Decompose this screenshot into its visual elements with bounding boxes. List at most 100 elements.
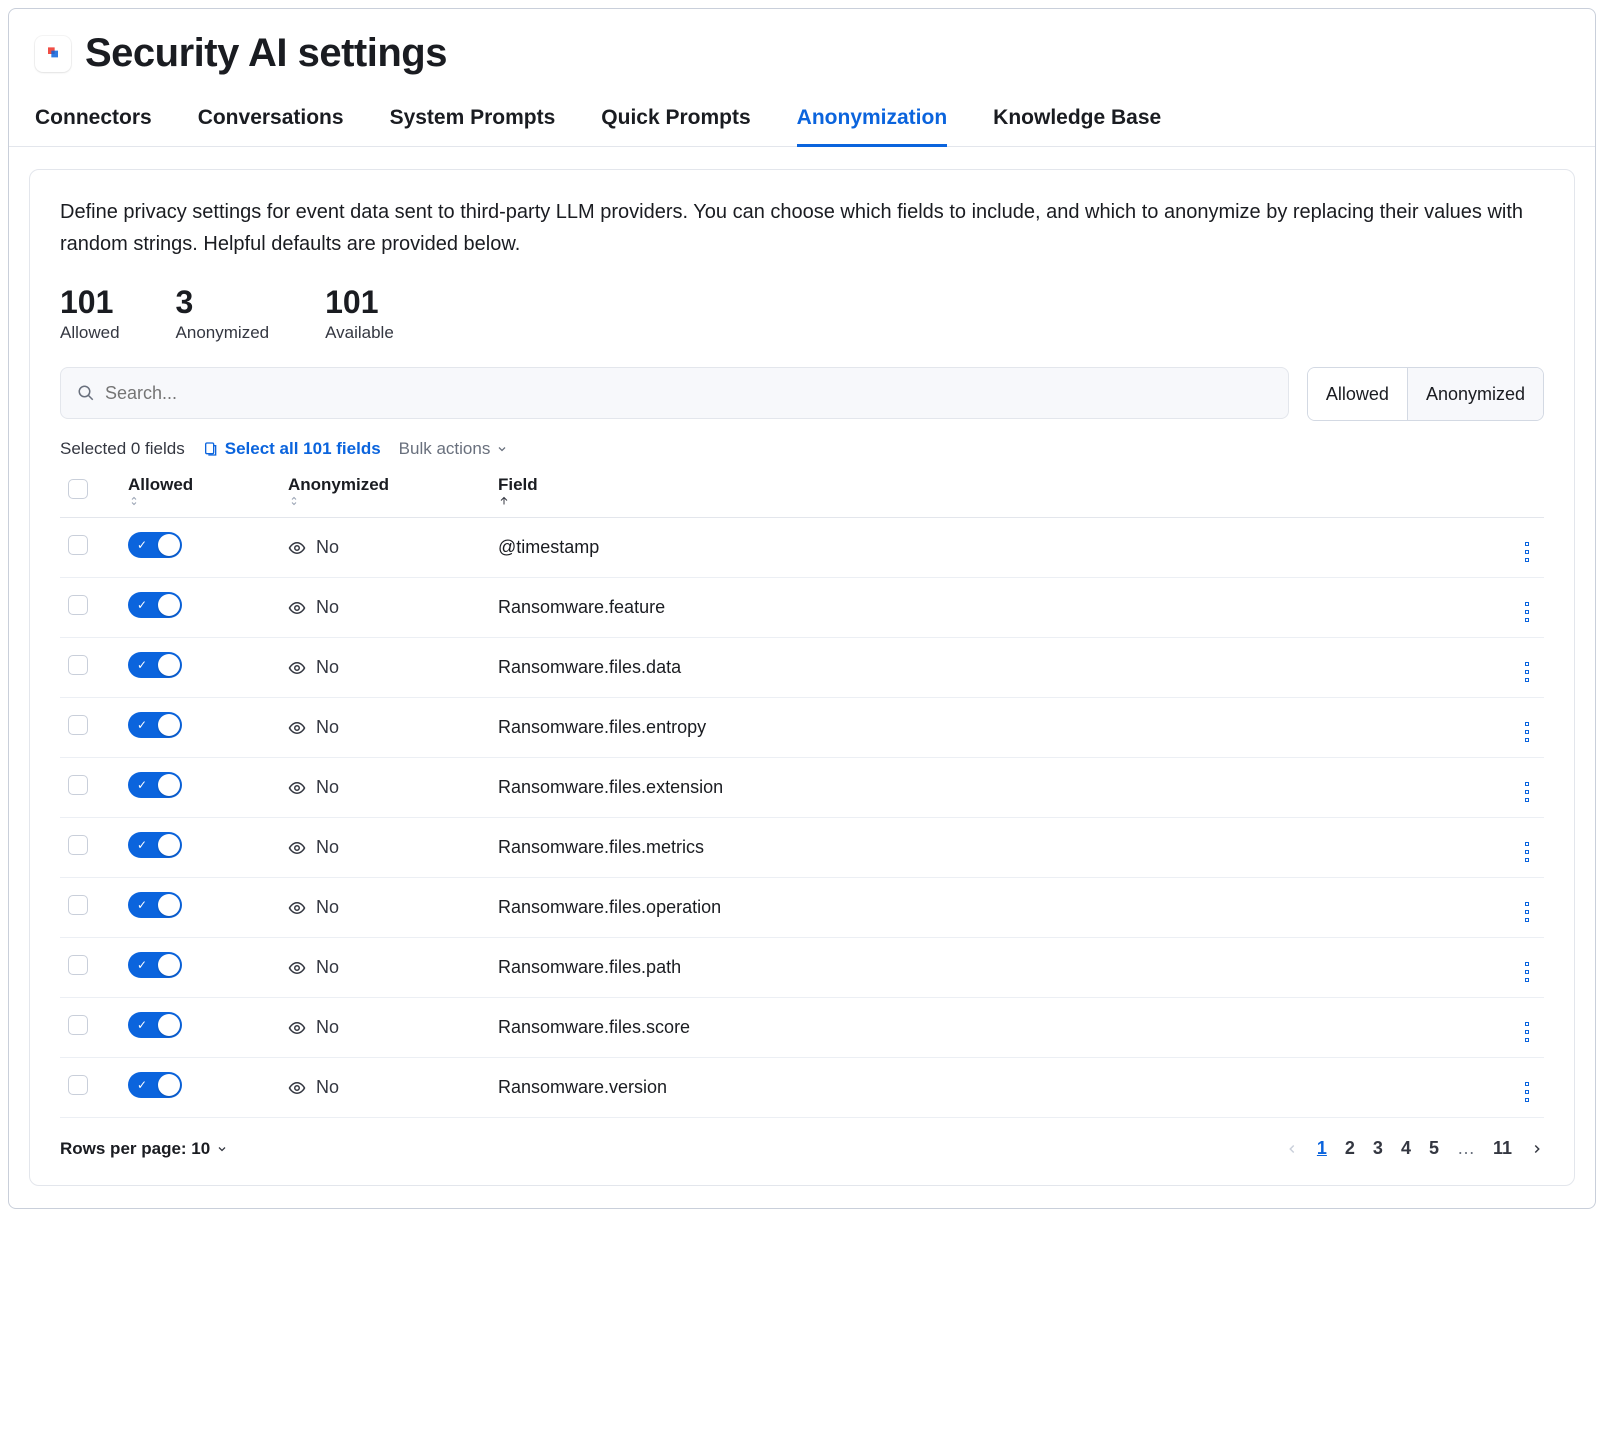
field-name: @timestamp bbox=[498, 537, 599, 557]
row-checkbox[interactable] bbox=[68, 595, 88, 615]
row-checkbox[interactable] bbox=[68, 655, 88, 675]
panel-description: Define privacy settings for event data s… bbox=[60, 196, 1544, 260]
allowed-toggle[interactable]: ✓ bbox=[128, 952, 182, 978]
table-row: ✓ No Ransomware.files.data bbox=[60, 638, 1544, 698]
pager-page-4[interactable]: 4 bbox=[1401, 1138, 1411, 1159]
column-allowed[interactable]: Allowed bbox=[120, 465, 280, 518]
filter-allowed-button[interactable]: Allowed bbox=[1308, 368, 1407, 420]
field-name: Ransomware.files.data bbox=[498, 657, 681, 677]
allowed-toggle[interactable]: ✓ bbox=[128, 532, 182, 558]
sort-icon bbox=[128, 495, 272, 507]
table-footer: Rows per page: 10 12345…11 bbox=[60, 1118, 1544, 1159]
table-row: ✓NoRansomware.files.score bbox=[60, 998, 1544, 1058]
table-row: ✓NoRansomware.files.extension bbox=[60, 758, 1544, 818]
tab-quick-prompts[interactable]: Quick Prompts bbox=[601, 106, 750, 147]
row-checkbox[interactable] bbox=[68, 535, 88, 555]
allowed-toggle[interactable]: ✓ bbox=[128, 892, 182, 918]
tab-knowledge-base[interactable]: Knowledge Base bbox=[993, 106, 1161, 147]
tab-conversations[interactable]: Conversations bbox=[198, 106, 344, 147]
pages-select-icon bbox=[203, 441, 219, 457]
field-name: Ransomware.files.entropy bbox=[498, 717, 706, 737]
check-icon: ✓ bbox=[137, 958, 147, 972]
row-actions-menu[interactable] bbox=[1518, 779, 1536, 805]
row-checkbox[interactable] bbox=[68, 775, 88, 795]
row-actions-menu[interactable] bbox=[1518, 1019, 1536, 1045]
search-input[interactable] bbox=[105, 383, 1272, 404]
anonymized-value: No bbox=[316, 1017, 339, 1038]
anonymized-value: No bbox=[316, 897, 339, 918]
check-icon: ✓ bbox=[137, 538, 147, 552]
row-actions-menu[interactable] bbox=[1518, 959, 1536, 985]
row-checkbox[interactable] bbox=[68, 895, 88, 915]
eye-icon bbox=[288, 839, 306, 857]
anonymized-value: No bbox=[316, 537, 339, 558]
check-icon: ✓ bbox=[137, 658, 147, 672]
pager-page-5[interactable]: 5 bbox=[1429, 1138, 1439, 1159]
row-checkbox[interactable] bbox=[68, 1075, 88, 1095]
app-logo-icon bbox=[35, 36, 71, 72]
check-icon: ✓ bbox=[137, 778, 147, 792]
row-actions-menu[interactable] bbox=[1518, 899, 1536, 925]
row-actions-menu[interactable] bbox=[1518, 539, 1536, 565]
row-actions-menu[interactable] bbox=[1518, 839, 1536, 865]
row-actions-menu[interactable] bbox=[1518, 719, 1536, 745]
eye-icon bbox=[288, 659, 306, 677]
table-row: ✓NoRansomware.feature bbox=[60, 578, 1544, 638]
allowed-toggle[interactable]: ✓ bbox=[128, 712, 182, 738]
allowed-toggle[interactable]: ✓ bbox=[128, 832, 182, 858]
anonymized-value: No bbox=[316, 717, 339, 738]
allowed-toggle[interactable]: ✓ bbox=[128, 1072, 182, 1098]
check-icon: ✓ bbox=[137, 718, 147, 732]
check-icon: ✓ bbox=[137, 898, 147, 912]
pager-page-11[interactable]: 11 bbox=[1493, 1138, 1512, 1159]
field-name: Ransomware.files.path bbox=[498, 957, 681, 977]
sort-asc-icon bbox=[498, 495, 1486, 507]
pager-page-3[interactable]: 3 bbox=[1373, 1138, 1383, 1159]
allowed-toggle[interactable]: ✓ bbox=[128, 1012, 182, 1038]
select-all-checkbox[interactable] bbox=[68, 479, 88, 499]
eye-icon bbox=[288, 719, 306, 737]
pager-page-1[interactable]: 1 bbox=[1317, 1138, 1327, 1159]
stat-anonymized: 3 Anonymized bbox=[176, 284, 270, 343]
search-box[interactable] bbox=[60, 367, 1289, 419]
tab-connectors[interactable]: Connectors bbox=[35, 106, 152, 147]
pager-next[interactable] bbox=[1530, 1142, 1544, 1156]
table-row: ✓NoRansomware.version bbox=[60, 1058, 1544, 1118]
column-field[interactable]: Field bbox=[490, 465, 1494, 518]
stat-allowed-label: Allowed bbox=[60, 323, 120, 343]
table-row: ✓ No Ransomware.files.operation bbox=[60, 878, 1544, 938]
rows-per-page-selector[interactable]: Rows per page: 10 bbox=[60, 1139, 228, 1159]
row-checkbox[interactable] bbox=[68, 835, 88, 855]
row-actions-menu[interactable] bbox=[1518, 659, 1536, 685]
controls-row: Allowed Anonymized bbox=[60, 367, 1544, 421]
field-name: Ransomware.version bbox=[498, 1077, 667, 1097]
filter-anonymized-button[interactable]: Anonymized bbox=[1407, 368, 1543, 420]
allowed-toggle[interactable]: ✓ bbox=[128, 592, 182, 618]
tabs: Connectors Conversations System Prompts Qui… bbox=[9, 86, 1595, 147]
field-name: Ransomware.files.operation bbox=[498, 897, 721, 917]
pager-page-2[interactable]: 2 bbox=[1345, 1138, 1355, 1159]
row-checkbox[interactable] bbox=[68, 1015, 88, 1035]
row-checkbox[interactable] bbox=[68, 955, 88, 975]
app-window: Security AI settings Connectors Conversat… bbox=[8, 8, 1596, 1209]
stat-available-value: 101 bbox=[325, 284, 394, 321]
anonymized-value: No bbox=[316, 657, 339, 678]
header: Security AI settings bbox=[9, 9, 1595, 86]
select-all-link[interactable]: Select all 101 fields bbox=[203, 439, 381, 459]
tab-system-prompts[interactable]: System Prompts bbox=[390, 106, 556, 147]
bulk-actions-menu[interactable]: Bulk actions bbox=[399, 439, 509, 459]
tab-anonymization[interactable]: Anonymization bbox=[797, 106, 948, 147]
row-actions-menu[interactable] bbox=[1518, 1079, 1536, 1105]
allowed-toggle[interactable]: ✓ bbox=[128, 652, 182, 678]
eye-icon bbox=[288, 1019, 306, 1037]
chevron-down-icon bbox=[496, 443, 508, 455]
allowed-toggle[interactable]: ✓ bbox=[128, 772, 182, 798]
field-name: Ransomware.files.metrics bbox=[498, 837, 704, 857]
field-name: Ransomware.files.extension bbox=[498, 777, 723, 797]
pager-prev[interactable] bbox=[1285, 1142, 1299, 1156]
row-checkbox[interactable] bbox=[68, 715, 88, 735]
table-row: ✓NoRansomware.files.path bbox=[60, 938, 1544, 998]
eye-icon bbox=[288, 539, 306, 557]
column-anonymized[interactable]: Anonymized bbox=[280, 465, 490, 518]
row-actions-menu[interactable] bbox=[1518, 599, 1536, 625]
